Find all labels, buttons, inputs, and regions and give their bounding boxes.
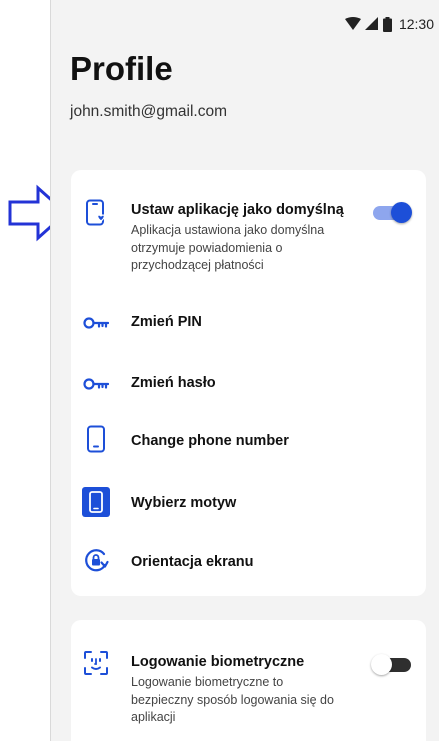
change-phone-row[interactable]: Change phone number	[71, 425, 426, 456]
phone-heart-icon	[83, 199, 109, 226]
key-icon	[83, 310, 109, 336]
phone-icon	[83, 425, 109, 453]
settings-card: Ustaw aplikację jako domyślną Aplikacja …	[71, 170, 426, 596]
key-icon	[83, 371, 109, 397]
default-app-label: Ustaw aplikację jako domyślną	[131, 202, 344, 218]
change-phone-label: Change phone number	[131, 433, 289, 449]
default-app-description: Aplikacja ustawiona jako domyślna otrzym…	[131, 223, 325, 272]
orientation-row[interactable]: Orientacja ekranu	[71, 548, 426, 576]
change-pin-row[interactable]: Zmień PIN	[71, 310, 426, 336]
phone-screen: 12:30 Profile john.smith@gmail.com Ustaw…	[50, 0, 439, 741]
screen-rotation-lock-icon	[83, 548, 109, 574]
face-id-icon	[83, 650, 109, 676]
orientation-label: Orientacja ekranu	[131, 554, 254, 570]
wifi-icon	[344, 17, 361, 30]
status-time: 12:30	[398, 16, 434, 32]
change-password-label: Zmień hasło	[131, 375, 216, 391]
biometric-toggle[interactable]	[371, 653, 413, 675]
change-password-row[interactable]: Zmień hasło	[71, 371, 426, 397]
change-pin-label: Zmień PIN	[131, 314, 202, 330]
theme-phone-icon	[81, 487, 111, 517]
signal-icon	[364, 17, 378, 30]
page-title: Profile	[70, 50, 173, 87]
screenshot-frame: 12:30 Profile john.smith@gmail.com Ustaw…	[0, 0, 439, 741]
battery-icon	[382, 16, 392, 32]
biometric-description: Logowanie biometryczne to bezpieczny spo…	[131, 675, 334, 724]
user-email: john.smith@gmail.com	[70, 103, 228, 120]
biometric-label: Logowanie biometryczne	[131, 654, 305, 670]
biometric-card: Logowanie biometryczne Logowanie biometr…	[71, 620, 426, 741]
biometric-row[interactable]: Logowanie biometryczne Logowanie biometr…	[71, 648, 426, 738]
default-app-toggle[interactable]	[371, 201, 413, 223]
theme-label: Wybierz motyw	[131, 495, 237, 511]
default-app-row[interactable]: Ustaw aplikację jako domyślną Aplikacja …	[71, 198, 426, 278]
status-bar: 12:30	[344, 14, 434, 34]
theme-row[interactable]: Wybierz motyw	[71, 487, 426, 517]
